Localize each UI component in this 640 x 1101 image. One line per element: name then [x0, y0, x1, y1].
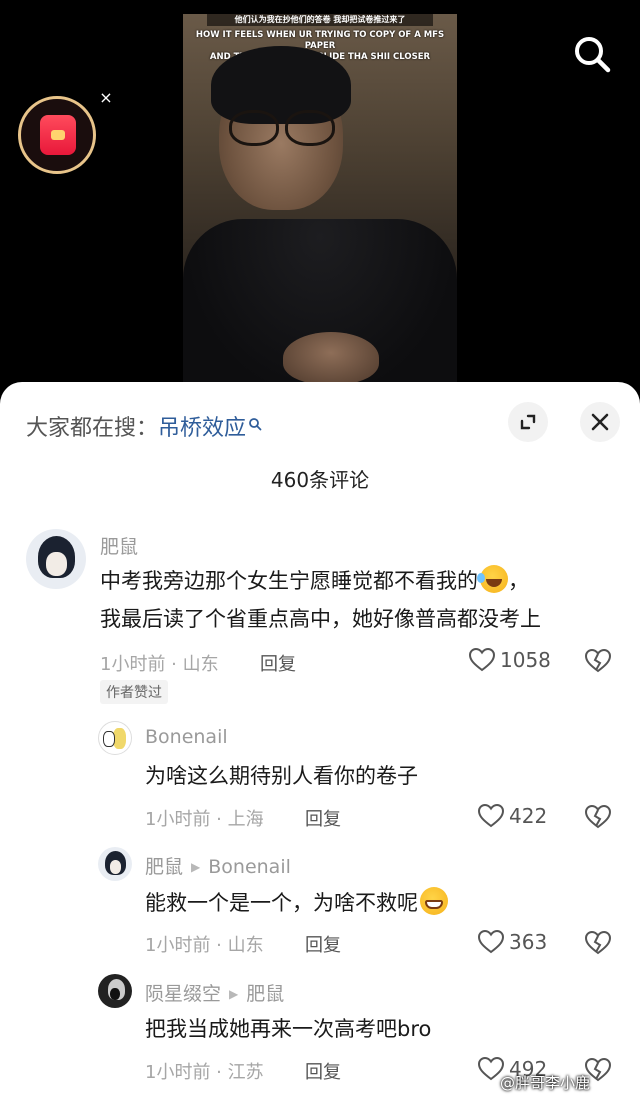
heart-icon	[468, 647, 496, 672]
avatar[interactable]	[98, 847, 132, 881]
dislike-button[interactable]	[584, 648, 612, 678]
heart-icon	[477, 929, 505, 954]
comment-username-line: 肥鼠 ▶ Bonenail	[145, 852, 291, 879]
comment-username[interactable]: Bonenail	[145, 726, 228, 748]
comment-meta: 1小时前 · 山东	[100, 654, 219, 675]
broken-heart-icon	[584, 804, 612, 829]
comment-text-line-1-tail: ，	[508, 569, 529, 593]
laughing-emoji-icon	[477, 565, 508, 593]
red-packet-button[interactable]	[18, 96, 96, 174]
trending-search-prefix: 大家都在搜：	[26, 416, 159, 441]
video-frame[interactable]: 他们认为我在抄他们的答卷 我却把试卷推过来了 HOW IT FEELS WHEN…	[183, 14, 457, 400]
comment-username[interactable]: 肥鼠	[145, 856, 183, 878]
video-caption-chinese: 他们认为我在抄他们的答卷 我却把试卷推过来了	[207, 14, 433, 26]
comment-meta: 1小时前 · 上海	[145, 809, 264, 830]
red-packet-icon	[40, 115, 76, 155]
like-count: 422	[509, 804, 548, 828]
avatar[interactable]	[26, 529, 86, 589]
reply-arrow-icon: ▶	[229, 987, 239, 1001]
video-person-glasses	[225, 110, 337, 146]
broken-heart-icon	[584, 930, 612, 955]
grinning-emoji-icon	[420, 887, 448, 915]
reply-to-username[interactable]: 肥鼠	[246, 983, 284, 1005]
comment-text: 把我当成她再来一次高考吧bro	[145, 1017, 432, 1041]
watermark: @胖哥李小鹿	[500, 1074, 591, 1092]
author-liked-badge: 作者赞过	[100, 680, 168, 704]
trending-search-keyword[interactable]: 吊桥效应	[158, 416, 246, 441]
comment-username[interactable]: 肥鼠	[100, 532, 138, 559]
dislike-button[interactable]	[584, 804, 612, 834]
broken-heart-icon	[584, 648, 612, 673]
close-button[interactable]	[580, 402, 620, 442]
comment-text: 中考我旁边那个女生宁愿睡觉都不看我的 ， 我最后读了个省重点高中，她好像普高都没考…	[100, 562, 620, 638]
reply-arrow-icon: ▶	[191, 860, 201, 874]
comment-text: 为啥这么期待别人看你的卷子	[145, 764, 418, 788]
reply-button[interactable]: 回复	[305, 1058, 341, 1084]
reply-button[interactable]: 回复	[305, 931, 341, 957]
like-button[interactable]: 363	[477, 929, 547, 955]
dislike-button[interactable]	[584, 930, 612, 960]
like-button[interactable]: 422	[477, 803, 547, 829]
comment-meta: 1小时前 · 山东	[145, 935, 264, 956]
search-icon[interactable]	[570, 32, 614, 76]
reply-to-username[interactable]: Bonenail	[208, 856, 291, 878]
search-icon	[248, 412, 262, 437]
expand-button[interactable]	[508, 402, 548, 442]
video-person-hand	[283, 332, 379, 384]
reply-button[interactable]: 回复	[260, 650, 296, 676]
comment-count: 460条评论	[270, 468, 370, 492]
like-count: 363	[509, 930, 548, 954]
heart-icon	[477, 803, 505, 828]
comment-text-line-2: 我最后读了个省重点高中，她好像普高都没考上	[100, 607, 541, 631]
comment-text: 能救一个是一个，为啥不救呢	[145, 884, 448, 922]
avatar[interactable]	[98, 721, 132, 755]
close-red-packet-icon[interactable]: ×	[98, 90, 114, 106]
like-button[interactable]: 1058	[468, 647, 551, 673]
expand-icon	[520, 414, 536, 430]
comment-username-line: 陨星缀空 ▶ 肥鼠	[145, 979, 284, 1006]
close-icon	[591, 413, 609, 431]
video-caption-line-1: HOW IT FEELS WHEN UR TRYING TO COPY OF A…	[195, 30, 445, 51]
comment-text-line-1: 中考我旁边那个女生宁愿睡觉都不看我的	[100, 569, 478, 593]
avatar[interactable]	[98, 974, 132, 1008]
comment-username[interactable]: 陨星缀空	[145, 983, 221, 1005]
video-player[interactable]: 他们认为我在抄他们的答卷 我却把试卷推过来了 HOW IT FEELS WHEN…	[0, 0, 640, 400]
reply-button[interactable]: 回复	[305, 805, 341, 831]
trending-search-hint[interactable]: 大家都在搜：吊桥效应	[26, 410, 262, 442]
like-count: 1058	[500, 648, 551, 672]
comment-text-body: 能救一个是一个，为啥不救呢	[145, 891, 418, 915]
comment-meta: 1小时前 · 江苏	[145, 1062, 264, 1083]
comments-sheet: 大家都在搜：吊桥效应 460条评论 肥鼠 中考我旁边那个女生宁愿睡觉都不看我的 ，…	[0, 382, 640, 1101]
